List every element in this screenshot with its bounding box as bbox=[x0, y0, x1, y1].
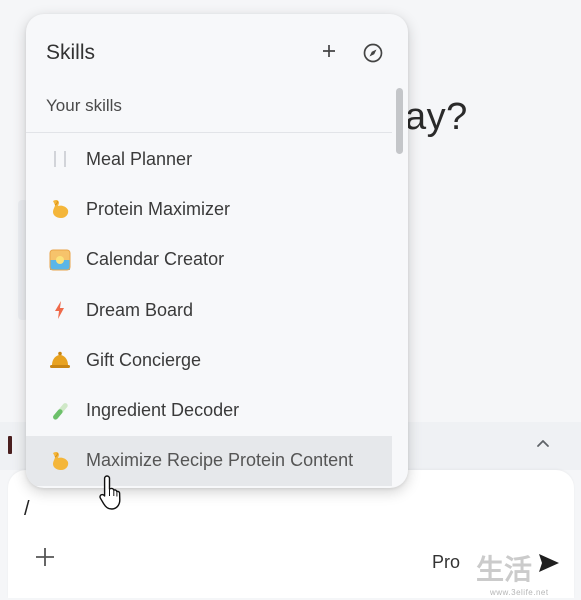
skill-item-calendar-creator[interactable]: Calendar Creator bbox=[26, 235, 392, 285]
test-tube-icon bbox=[48, 399, 72, 423]
skill-item-maximize-recipe-protein-content[interactable]: Maximize Recipe Protein Content bbox=[26, 435, 392, 487]
skill-item-meal-planner[interactable]: Meal Planner bbox=[26, 134, 392, 184]
add-attachment-button[interactable] bbox=[30, 544, 60, 574]
sunrise-icon bbox=[48, 248, 72, 272]
flexed-biceps-icon bbox=[48, 449, 72, 473]
skill-list: Meal Planner Protein Maximizer Calendar … bbox=[26, 134, 392, 487]
hand-cursor-icon bbox=[98, 474, 132, 514]
skill-item-protein-maximizer[interactable]: Protein Maximizer bbox=[26, 184, 392, 234]
send-icon bbox=[539, 554, 559, 572]
skill-item-dream-board[interactable]: Dream Board bbox=[26, 285, 392, 335]
popup-header: Skills bbox=[26, 14, 408, 86]
watermark-url: www.3elife.net bbox=[490, 588, 549, 597]
skill-label: Dream Board bbox=[86, 299, 194, 320]
skill-label: Meal Planner bbox=[86, 148, 193, 169]
skill-label: Protein Maximizer bbox=[86, 198, 231, 219]
section-label: Your skills bbox=[46, 96, 122, 115]
skill-label: Gift Concierge bbox=[86, 349, 202, 370]
compass-icon bbox=[363, 43, 383, 63]
plus-icon bbox=[323, 45, 335, 57]
model-selector[interactable]: Pro bbox=[432, 552, 460, 573]
skill-label: Calendar Creator bbox=[86, 249, 225, 270]
send-button[interactable] bbox=[532, 548, 566, 578]
skill-item-gift-concierge[interactable]: Gift Concierge bbox=[26, 335, 392, 385]
fork-knife-icon bbox=[48, 147, 72, 171]
screen: ay? / Pro 生活 www.3elife.net Skills Your … bbox=[0, 0, 581, 600]
skill-label: Ingredient Decoder bbox=[86, 400, 240, 421]
scrollbar[interactable] bbox=[396, 88, 403, 154]
prompt-input[interactable]: / bbox=[24, 498, 30, 521]
skill-item-ingredient-decoder[interactable]: Ingredient Decoder bbox=[26, 385, 392, 435]
bell-icon bbox=[48, 348, 72, 372]
lightning-icon bbox=[48, 298, 72, 322]
add-skill-button[interactable] bbox=[318, 41, 340, 63]
explore-skills-button[interactable] bbox=[362, 42, 384, 64]
plus-icon bbox=[36, 548, 54, 566]
divider bbox=[26, 132, 392, 133]
bar-marker bbox=[8, 436, 12, 454]
flexed-biceps-icon bbox=[48, 197, 72, 221]
greeting-text: ay? bbox=[405, 96, 468, 138]
watermark-logo: 生活 bbox=[476, 553, 533, 586]
skills-popup: Skills Your skills Meal Planner Protein … bbox=[26, 14, 408, 488]
popup-title: Skills bbox=[46, 41, 96, 64]
chevron-up-icon[interactable] bbox=[532, 432, 554, 454]
skill-label: Maximize Recipe Protein Content bbox=[86, 450, 354, 471]
